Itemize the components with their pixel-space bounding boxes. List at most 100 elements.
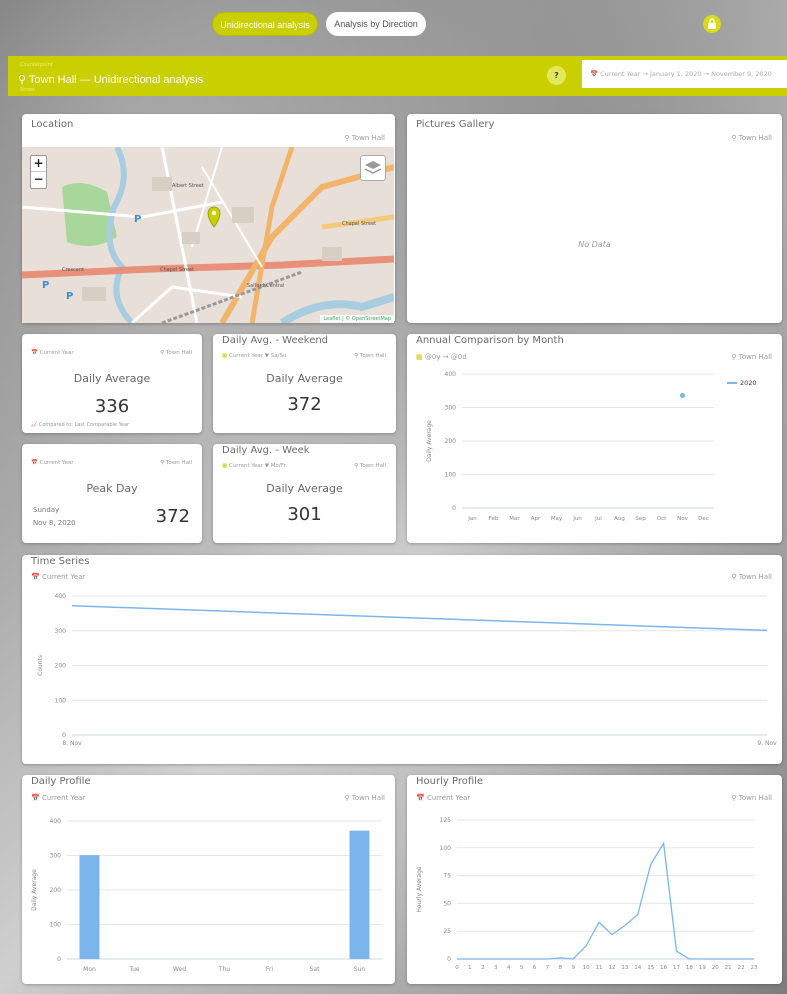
x-tick-label: May [551, 516, 563, 522]
x-tick-label: Apr [531, 516, 541, 522]
x-tick-label: 17 [673, 965, 680, 971]
x-tick-label: Dec [698, 516, 709, 522]
map-label: Crescent [62, 267, 84, 273]
y-tick-label: 0 [452, 505, 456, 512]
y-tick-label: 400 [55, 593, 67, 600]
hourly-profile-chart: 0255075100125Hourly Average0 1 2 3 4 5 6 7 8 9 10 1… [416, 817, 758, 971]
map-building [152, 177, 172, 191]
location-site: ⚲ Town Hall [344, 134, 385, 142]
y-tick-label: 300 [50, 853, 62, 860]
zoom-out-button[interactable]: − [31, 172, 46, 188]
gallery-site: ⚲ Town Hall [731, 134, 772, 142]
map-label: Chapel Street [342, 221, 376, 227]
y-tick-label: 300 [445, 405, 457, 412]
layers-icon [364, 161, 382, 174]
kpi-peak-value: 372 [155, 506, 190, 527]
y-axis-label: Daily Average [426, 420, 433, 462]
x-tick-label: 16 [660, 965, 667, 971]
zoom-in-button[interactable]: + [31, 156, 46, 172]
calendar-icon: ▦ [222, 353, 228, 359]
x-tick-label: 15 [647, 965, 654, 971]
type-label: Street [20, 87, 36, 93]
x-tick-label: Mon [83, 966, 96, 973]
x-tick-label: 19 [699, 965, 706, 971]
date-range-text: Current Year → January 1, 2020 → Novembe… [600, 70, 772, 78]
x-tick-label: Sun [354, 966, 366, 973]
tab-unidirectional[interactable]: Unidirectional analysis [212, 12, 318, 36]
y-tick-label: 100 [440, 845, 452, 852]
x-tick-label: Tue [128, 966, 140, 973]
lock-icon [708, 18, 716, 29]
data-point [680, 392, 685, 398]
kpi-daily-site: ⚲ Town Hall [160, 350, 192, 356]
calendar-icon: 📅 [31, 350, 38, 356]
map-building [182, 232, 200, 244]
layers-button[interactable] [360, 155, 386, 181]
help-button[interactable]: ? [547, 66, 566, 85]
kpi-weekend-site: ⚲ Town Hall [354, 353, 386, 359]
kpi-daily-label: Daily Average [73, 372, 151, 385]
series-line [457, 841, 754, 960]
kpi-week-title: Daily Avg. - Week [222, 445, 310, 456]
daily-profile-card: Daily Profile 📅 Current Year ⚲ Town Hall… [22, 775, 395, 984]
x-tick-label: Jun [572, 516, 582, 522]
x-tick-label: Oct [657, 516, 667, 522]
y-tick-label: 0 [62, 732, 66, 739]
x-tick-label: 7 [546, 965, 550, 971]
y-tick-label: 0 [447, 956, 451, 963]
y-axis-label: Counts [37, 655, 44, 676]
kpi-week-value: 301 [287, 504, 322, 525]
x-tick-label: 5 [520, 965, 524, 971]
tab-analysis-by-direction[interactable]: Analysis by Direction [326, 12, 426, 36]
x-tick-label: 10 [583, 965, 590, 971]
x-tick-label: 14 [634, 965, 641, 971]
x-tick-label: 18 [686, 965, 693, 971]
x-tick-label: Jul [594, 516, 602, 522]
kpi-weekend-title: Daily Avg. - Weekend [222, 335, 329, 346]
x-tick-label: 3 [494, 965, 498, 971]
map-pin-icon: ⚲ [731, 134, 737, 142]
parking-icon: P [66, 291, 73, 302]
y-tick-label: 50 [443, 900, 451, 907]
x-tick-label: 23 [751, 965, 758, 971]
daily-profile-chart: 0 100 200 300 400 Daily Average Mon Tue Wed Thu Fr… [31, 818, 382, 973]
date-range-picker[interactable]: 📅 Current Year → January 1, 2020 → Novem… [582, 60, 787, 88]
x-tick-label: 13 [621, 965, 628, 971]
x-tick-label: Sep [635, 516, 646, 522]
map-pin-icon: ⚲ [354, 463, 359, 469]
x-tick-label: 1 [468, 965, 472, 971]
map-attribution[interactable]: Leaflet | © OpenStreetMap [320, 315, 394, 323]
y-tick-label: 100 [55, 697, 67, 704]
y-tick-label: 25 [443, 928, 451, 935]
lock-button[interactable] [703, 15, 721, 33]
y-tick-label: 100 [445, 472, 457, 479]
kpi-weekend-label: Daily Average [266, 372, 343, 385]
kpi-peak-date: Nov 8, 2020 [33, 519, 76, 527]
parking-icon: P [42, 280, 49, 291]
time-series-chart: 0 100 200 300 400 Counts 8. Nov 9. Nov [37, 593, 777, 747]
x-tick-label: Fri [266, 966, 273, 973]
kpi-weekend-value: 372 [287, 394, 322, 415]
map-pin-icon: ⚲ [354, 353, 359, 359]
gallery-site-text: Town Hall [738, 134, 772, 142]
kpi-peak-card: 📅 Current Year ⚲ Town Hall Peak Day Sund… [22, 444, 202, 543]
x-tick-label: Jan [467, 516, 477, 522]
kpi-weekend-period-text: Current Year ▼ Sa/Su [228, 353, 287, 359]
y-tick-label: 200 [445, 438, 457, 445]
location-site-text: Town Hall [351, 134, 385, 142]
kpi-peak-day: Sunday [33, 506, 60, 514]
annual-comparison-chart: 0 100 200 300 400 Daily Average Jan Feb Mar Apr Ma… [426, 371, 757, 522]
kpi-week-site: ⚲ Town Hall [354, 463, 386, 469]
map-pin-icon: ⚲ [160, 350, 165, 356]
map-view[interactable]: P P P Chapel Street Crescent Salford Cen… [22, 147, 394, 323]
x-tick-label: 8. Nov [62, 740, 82, 747]
x-tick-label: 8 [559, 965, 563, 971]
y-tick-label: 400 [50, 818, 62, 825]
page-title-text: Town Hall — Unidirectional analysis [28, 74, 204, 86]
kpi-week-card: Daily Avg. - Week ▦ Current Year ▼ Mo/Fr… [213, 444, 396, 543]
location-title: Location [31, 119, 74, 130]
x-tick-label: Wed [173, 966, 186, 973]
map-building [322, 247, 342, 261]
map-label: Salford Central [247, 283, 284, 289]
kpi-daily-value: 336 [94, 396, 130, 417]
